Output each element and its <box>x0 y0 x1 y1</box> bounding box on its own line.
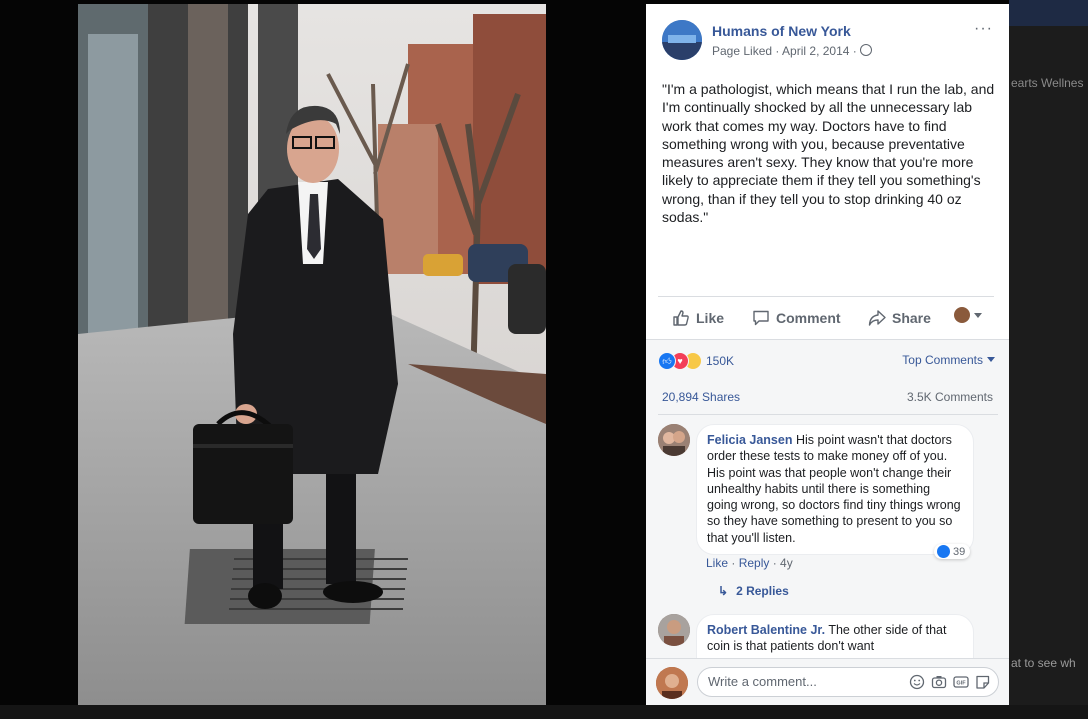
user-avatar <box>656 667 688 699</box>
like-icon <box>673 310 689 326</box>
chevron-down-icon <box>987 357 995 362</box>
shares-count[interactable]: 20,894 Shares <box>662 390 740 404</box>
comment-reply-link[interactable]: Reply <box>739 556 770 570</box>
comment-reaction-number: 39 <box>953 545 966 558</box>
reactions-summary[interactable]: 👍︎ ♥ 150K <box>658 352 734 370</box>
replies-label: 2 Replies <box>736 584 789 598</box>
actor-selector[interactable] <box>954 307 982 323</box>
comment-reaction-count[interactable]: 39 <box>934 544 971 559</box>
background-page: earts Wellnes at to see wh <box>1009 0 1088 719</box>
share-button[interactable]: Share <box>868 309 931 327</box>
page-name-link[interactable]: Humans of New York <box>712 23 851 39</box>
like-reaction-icon: 👍︎ <box>658 352 676 370</box>
globe-icon <box>859 44 872 56</box>
comment-text: His point wasn't that doctors order thes… <box>707 433 961 545</box>
camera-icon[interactable] <box>931 674 947 690</box>
reaction-count: 150K <box>706 354 735 368</box>
actor-avatar <box>954 307 970 323</box>
share-icon <box>868 310 886 326</box>
post-panel: Humans of New York Page Liked · April 2,… <box>646 4 1009 705</box>
photo-illustration <box>78 4 546 705</box>
comments-section: 👍︎ ♥ 150K Top Comments 20,894 Shares 3.5… <box>646 339 1009 705</box>
user-avatar-image <box>656 667 688 699</box>
background-topbar <box>1009 0 1088 26</box>
top-comments-label: Top Comments <box>902 353 983 367</box>
comment-bubble: Felicia Jansen His point wasn't that doc… <box>696 424 974 556</box>
emoji-icon[interactable] <box>909 674 925 690</box>
background-bottom <box>0 705 1088 719</box>
share-label: Share <box>892 310 931 326</box>
commenter-name-link[interactable]: Robert Balentine Jr. <box>707 623 825 637</box>
page-avatar-image <box>662 20 702 60</box>
comment-composer: Write a comment... GIF <box>646 658 1009 705</box>
comment-label: Comment <box>776 310 841 326</box>
post-meta-text: Page Liked · April 2, 2014 · <box>712 44 857 58</box>
comment-icon <box>753 310 769 326</box>
commenter-avatar-image <box>658 614 690 646</box>
composer-icons: GIF <box>909 674 991 690</box>
divider <box>658 414 998 415</box>
commenter-avatar[interactable] <box>658 614 690 646</box>
commenter-name-link[interactable]: Felicia Jansen <box>707 433 792 447</box>
more-icon[interactable]: ··· <box>974 20 993 38</box>
gif-icon[interactable]: GIF <box>953 674 969 690</box>
commenter-avatar-image <box>658 424 690 456</box>
comments-count[interactable]: 3.5K Comments <box>907 390 993 404</box>
like-reaction-icon <box>937 545 950 558</box>
page-avatar[interactable] <box>662 20 702 60</box>
sticker-icon[interactable] <box>975 674 991 690</box>
background-text-1: earts Wellnes <box>1011 76 1084 90</box>
chevron-down-icon <box>974 312 982 318</box>
commenter-avatar[interactable] <box>658 424 690 456</box>
like-button[interactable]: Like <box>672 309 724 327</box>
post-meta: Page Liked · April 2, 2014 · <box>712 44 872 58</box>
post-actions: Like Comment Share <box>658 296 994 340</box>
top-comments-dropdown[interactable]: Top Comments <box>902 353 995 367</box>
view-replies-link[interactable]: ↳ 2 Replies <box>718 584 789 598</box>
like-label: Like <box>696 310 725 326</box>
comment-like-link[interactable]: Like <box>706 556 728 570</box>
post-caption: "I'm a pathologist, which means that I r… <box>662 81 995 226</box>
comment-age: 4y <box>780 556 793 570</box>
background-text-2: at to see wh <box>1011 656 1076 670</box>
post-photo[interactable] <box>78 4 546 705</box>
comment-actions: Like · Reply · 4y <box>706 556 793 570</box>
reply-arrow-icon: ↳ <box>718 584 729 598</box>
comment-button[interactable]: Comment <box>752 309 841 327</box>
svg-text:GIF: GIF <box>956 681 966 687</box>
